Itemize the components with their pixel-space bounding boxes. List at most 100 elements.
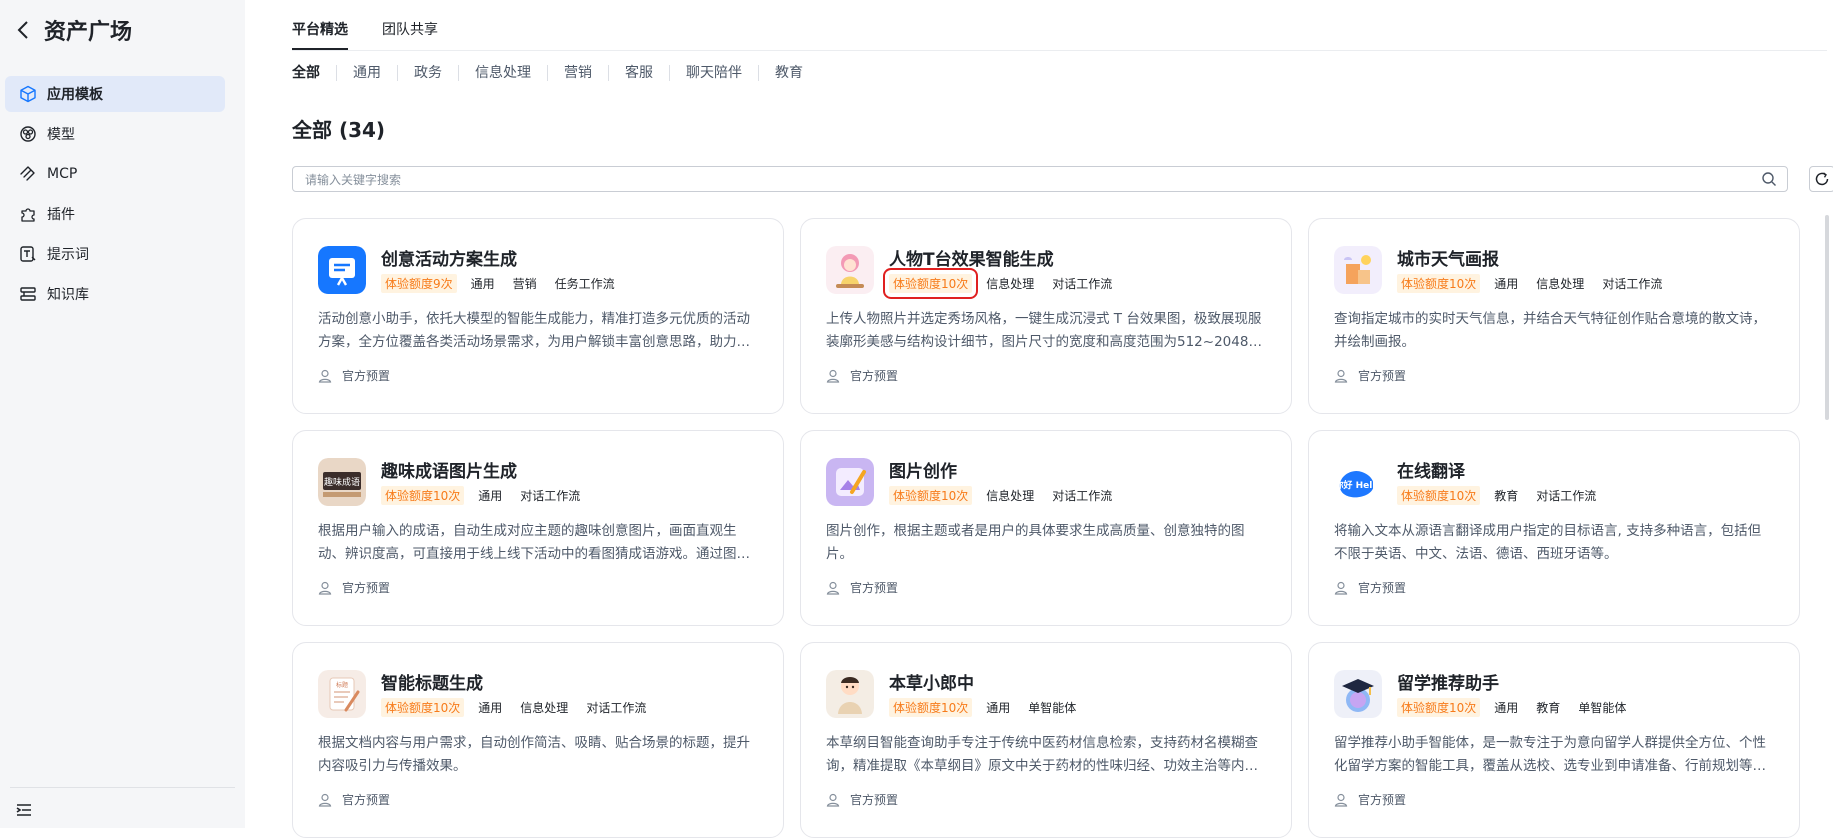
search-icon[interactable] bbox=[1761, 171, 1777, 187]
card-description: 上传人物照片并选定秀场风格，一键生成沉浸式 T 台效果图，极致展现服装廓形美感与… bbox=[826, 311, 1262, 350]
sidebar-item-label: 插件 bbox=[47, 207, 75, 223]
sidebar-item-prompts[interactable]: 提示词 bbox=[5, 236, 225, 272]
card-tags: 体验额度10次 教育 对话工作流 bbox=[1397, 486, 1610, 505]
origin-label: 官方预置 bbox=[1358, 581, 1407, 595]
card-tags: 体验额度9次 通用 营销 任务工作流 bbox=[381, 274, 629, 293]
search-input[interactable] bbox=[293, 167, 1747, 193]
origin-label: 官方预置 bbox=[850, 793, 899, 807]
origin-label: 官方预置 bbox=[342, 581, 391, 595]
user-icon bbox=[826, 581, 840, 595]
sidebar-item-label: MCP bbox=[47, 166, 78, 182]
template-card[interactable]: 城市天气画报 体验额度10次 通用 信息处理 对话工作流 查询指定城市的实时天气… bbox=[1308, 218, 1800, 414]
quota-badge: 体验额度10次 bbox=[381, 486, 465, 505]
collapse-sidebar-button[interactable] bbox=[14, 800, 36, 822]
card-title: 创意活动方案生成 bbox=[381, 250, 517, 270]
card-tags: 体验额度10次 通用 信息处理 对话工作流 bbox=[381, 698, 660, 717]
card-origin: 官方预置 bbox=[826, 579, 898, 596]
category-filter: 全部 通用 政务 信息处理 营销 客服 聊天陪伴 教育 bbox=[292, 62, 819, 84]
sidebar-item-label: 应用模板 bbox=[47, 87, 103, 103]
sidebar-item-app-templates[interactable]: 应用模板 bbox=[5, 76, 225, 112]
category-general[interactable]: 通用 bbox=[336, 65, 397, 81]
template-card[interactable]: 创意活动方案生成 体验额度9次 通用 营销 任务工作流 活动创意小助手，依托大模… bbox=[292, 218, 784, 414]
sidebar-nav: 应用模板 模型 MCP 插件 提示词 知识库 bbox=[5, 76, 225, 316]
category-education[interactable]: 教育 bbox=[758, 65, 819, 81]
card-title: 在线翻译 bbox=[1397, 462, 1465, 482]
tag: 通用 bbox=[470, 277, 495, 291]
idiom-board-text: 趣味成语 bbox=[324, 476, 360, 488]
quota-badge: 体验额度10次 bbox=[882, 268, 979, 299]
quota-badge: 体验额度10次 bbox=[1397, 698, 1481, 717]
card-origin: 官方预置 bbox=[318, 367, 390, 384]
sidebar-item-plugins[interactable]: 插件 bbox=[5, 196, 225, 232]
category-marketing[interactable]: 营销 bbox=[547, 65, 608, 81]
search-box bbox=[292, 166, 1788, 193]
sidebar-item-knowledge[interactable]: 知识库 bbox=[5, 276, 225, 312]
database-icon bbox=[17, 283, 39, 305]
tab-team-shared[interactable]: 团队共享 bbox=[382, 18, 438, 50]
tag: 对话工作流 bbox=[1602, 277, 1663, 291]
quota-badge: 体验额度10次 bbox=[889, 486, 973, 505]
quota-badge: 体验额度10次 bbox=[381, 698, 465, 717]
origin-label: 官方预置 bbox=[1358, 793, 1407, 807]
sidebar-item-mcp[interactable]: MCP bbox=[5, 156, 225, 192]
model-icon bbox=[17, 123, 39, 145]
cube-icon bbox=[17, 83, 39, 105]
category-info-processing[interactable]: 信息处理 bbox=[458, 65, 547, 81]
card-description: 根据文档内容与用户需求，自动创作简洁、吸睛、贴合场景的标题，提升内容吸引力与传播… bbox=[318, 735, 750, 774]
card-tags: 体验额度10次 信息处理 对话工作流 bbox=[889, 486, 1126, 505]
origin-label: 官方预置 bbox=[1358, 369, 1407, 383]
sidebar-item-models[interactable]: 模型 bbox=[5, 116, 225, 152]
template-card[interactable]: 趣味成语 趣味成语图片生成 体验额度10次 通用 对话工作流 根据用户输入的成语… bbox=[292, 430, 784, 626]
category-government[interactable]: 政务 bbox=[397, 65, 458, 81]
tag: 对话工作流 bbox=[1052, 489, 1113, 503]
tag: 营销 bbox=[512, 277, 537, 291]
sidebar: 资产广场 应用模板 模型 MCP 插件 提示词 知识库 bbox=[0, 0, 245, 828]
hello-icon: 你好 Hello bbox=[1334, 458, 1382, 506]
origin-label: 官方预置 bbox=[342, 793, 391, 807]
card-origin: 官方预置 bbox=[318, 791, 390, 808]
tag: 对话工作流 bbox=[586, 701, 647, 715]
card-description: 将输入文本从源语言翻译成用户指定的目标语言, 支持多种语言，包括但不限于英语、中… bbox=[1334, 523, 1762, 562]
tag: 通用 bbox=[1494, 277, 1519, 291]
quota-badge: 体验额度10次 bbox=[1397, 486, 1481, 505]
template-card[interactable]: 标题 智能标题生成 体验额度10次 通用 信息处理 对话工作流 根据文档内容与用… bbox=[292, 642, 784, 838]
graduation-cap-icon bbox=[1334, 670, 1382, 718]
tab-platform-picks[interactable]: 平台精选 bbox=[292, 18, 348, 50]
template-card[interactable]: 图片创作 体验额度10次 信息处理 对话工作流 图片创作，根据主题或者是用户的具… bbox=[800, 430, 1292, 626]
tag: 通用 bbox=[1494, 701, 1519, 715]
tag: 教育 bbox=[1494, 489, 1519, 503]
refresh-button[interactable] bbox=[1809, 166, 1833, 192]
city-weather-icon bbox=[1334, 246, 1382, 294]
template-card[interactable]: 本草小郎中 体验额度10次 通用 单智能体 本草纲目智能查询助手专注于传统中医药… bbox=[800, 642, 1292, 838]
card-description: 活动创意小助手，依托大模型的智能生成能力，精准打造多元优质的活动方案，全方位覆盖… bbox=[318, 311, 750, 350]
quota-badge: 体验额度10次 bbox=[1397, 274, 1481, 293]
card-tags: 体验额度10次 通用 对话工作流 bbox=[381, 486, 594, 505]
card-tags: 体验额度10次 通用 单智能体 bbox=[889, 698, 1090, 717]
note-title-text: 标题 bbox=[336, 681, 348, 689]
tag: 对话工作流 bbox=[1052, 277, 1113, 291]
origin-label: 官方预置 bbox=[342, 369, 391, 383]
main-content: 平台精选 团队共享 全部 通用 政务 信息处理 营销 客服 聊天陪伴 教育 全部… bbox=[292, 0, 1833, 838]
sidebar-divider bbox=[10, 787, 235, 788]
category-all[interactable]: 全部 bbox=[292, 65, 336, 81]
card-description: 图片创作，根据主题或者是用户的具体要求生成高质量、创意独特的图片。 bbox=[826, 523, 1245, 562]
category-customer-service[interactable]: 客服 bbox=[608, 65, 669, 81]
card-description: 查询指定城市的实时天气信息，并结合天气特征创作贴合意境的散文诗，并绘制画报。 bbox=[1334, 311, 1766, 350]
template-card[interactable]: 人物T台效果智能生成 体验额度10次 信息处理 对话工作流 上传人物照片并选定秀… bbox=[800, 218, 1292, 414]
card-description: 留学推荐小助手智能体，是一款专注于为意向留学人群提供全方位、个性化留学方案的智能… bbox=[1334, 735, 1766, 774]
sidebar-header: 资产广场 bbox=[10, 10, 132, 50]
tag: 对话工作流 bbox=[520, 489, 581, 503]
prompt-icon bbox=[17, 243, 39, 265]
card-title: 智能标题生成 bbox=[381, 674, 483, 694]
template-card[interactable]: 你好 Hello 在线翻译 体验额度10次 教育 对话工作流 将输入文本从源语言… bbox=[1308, 430, 1800, 626]
card-title: 人物T台效果智能生成 bbox=[889, 250, 1054, 270]
refresh-icon bbox=[1815, 172, 1829, 186]
back-button[interactable] bbox=[10, 15, 36, 45]
category-chat-companion[interactable]: 聊天陪伴 bbox=[669, 65, 758, 81]
user-icon bbox=[1334, 793, 1348, 807]
scrollbar[interactable] bbox=[1825, 215, 1829, 420]
note-pen-icon: 标题 bbox=[318, 670, 366, 718]
template-card[interactable]: 留学推荐助手 体验额度10次 通用 教育 单智能体 留学推荐小助手智能体，是一款… bbox=[1308, 642, 1800, 838]
card-description: 本草纲目智能查询助手专注于传统中医药材信息检索，支持药材名模糊查询，精准提取《本… bbox=[826, 735, 1258, 774]
user-icon bbox=[318, 369, 332, 383]
